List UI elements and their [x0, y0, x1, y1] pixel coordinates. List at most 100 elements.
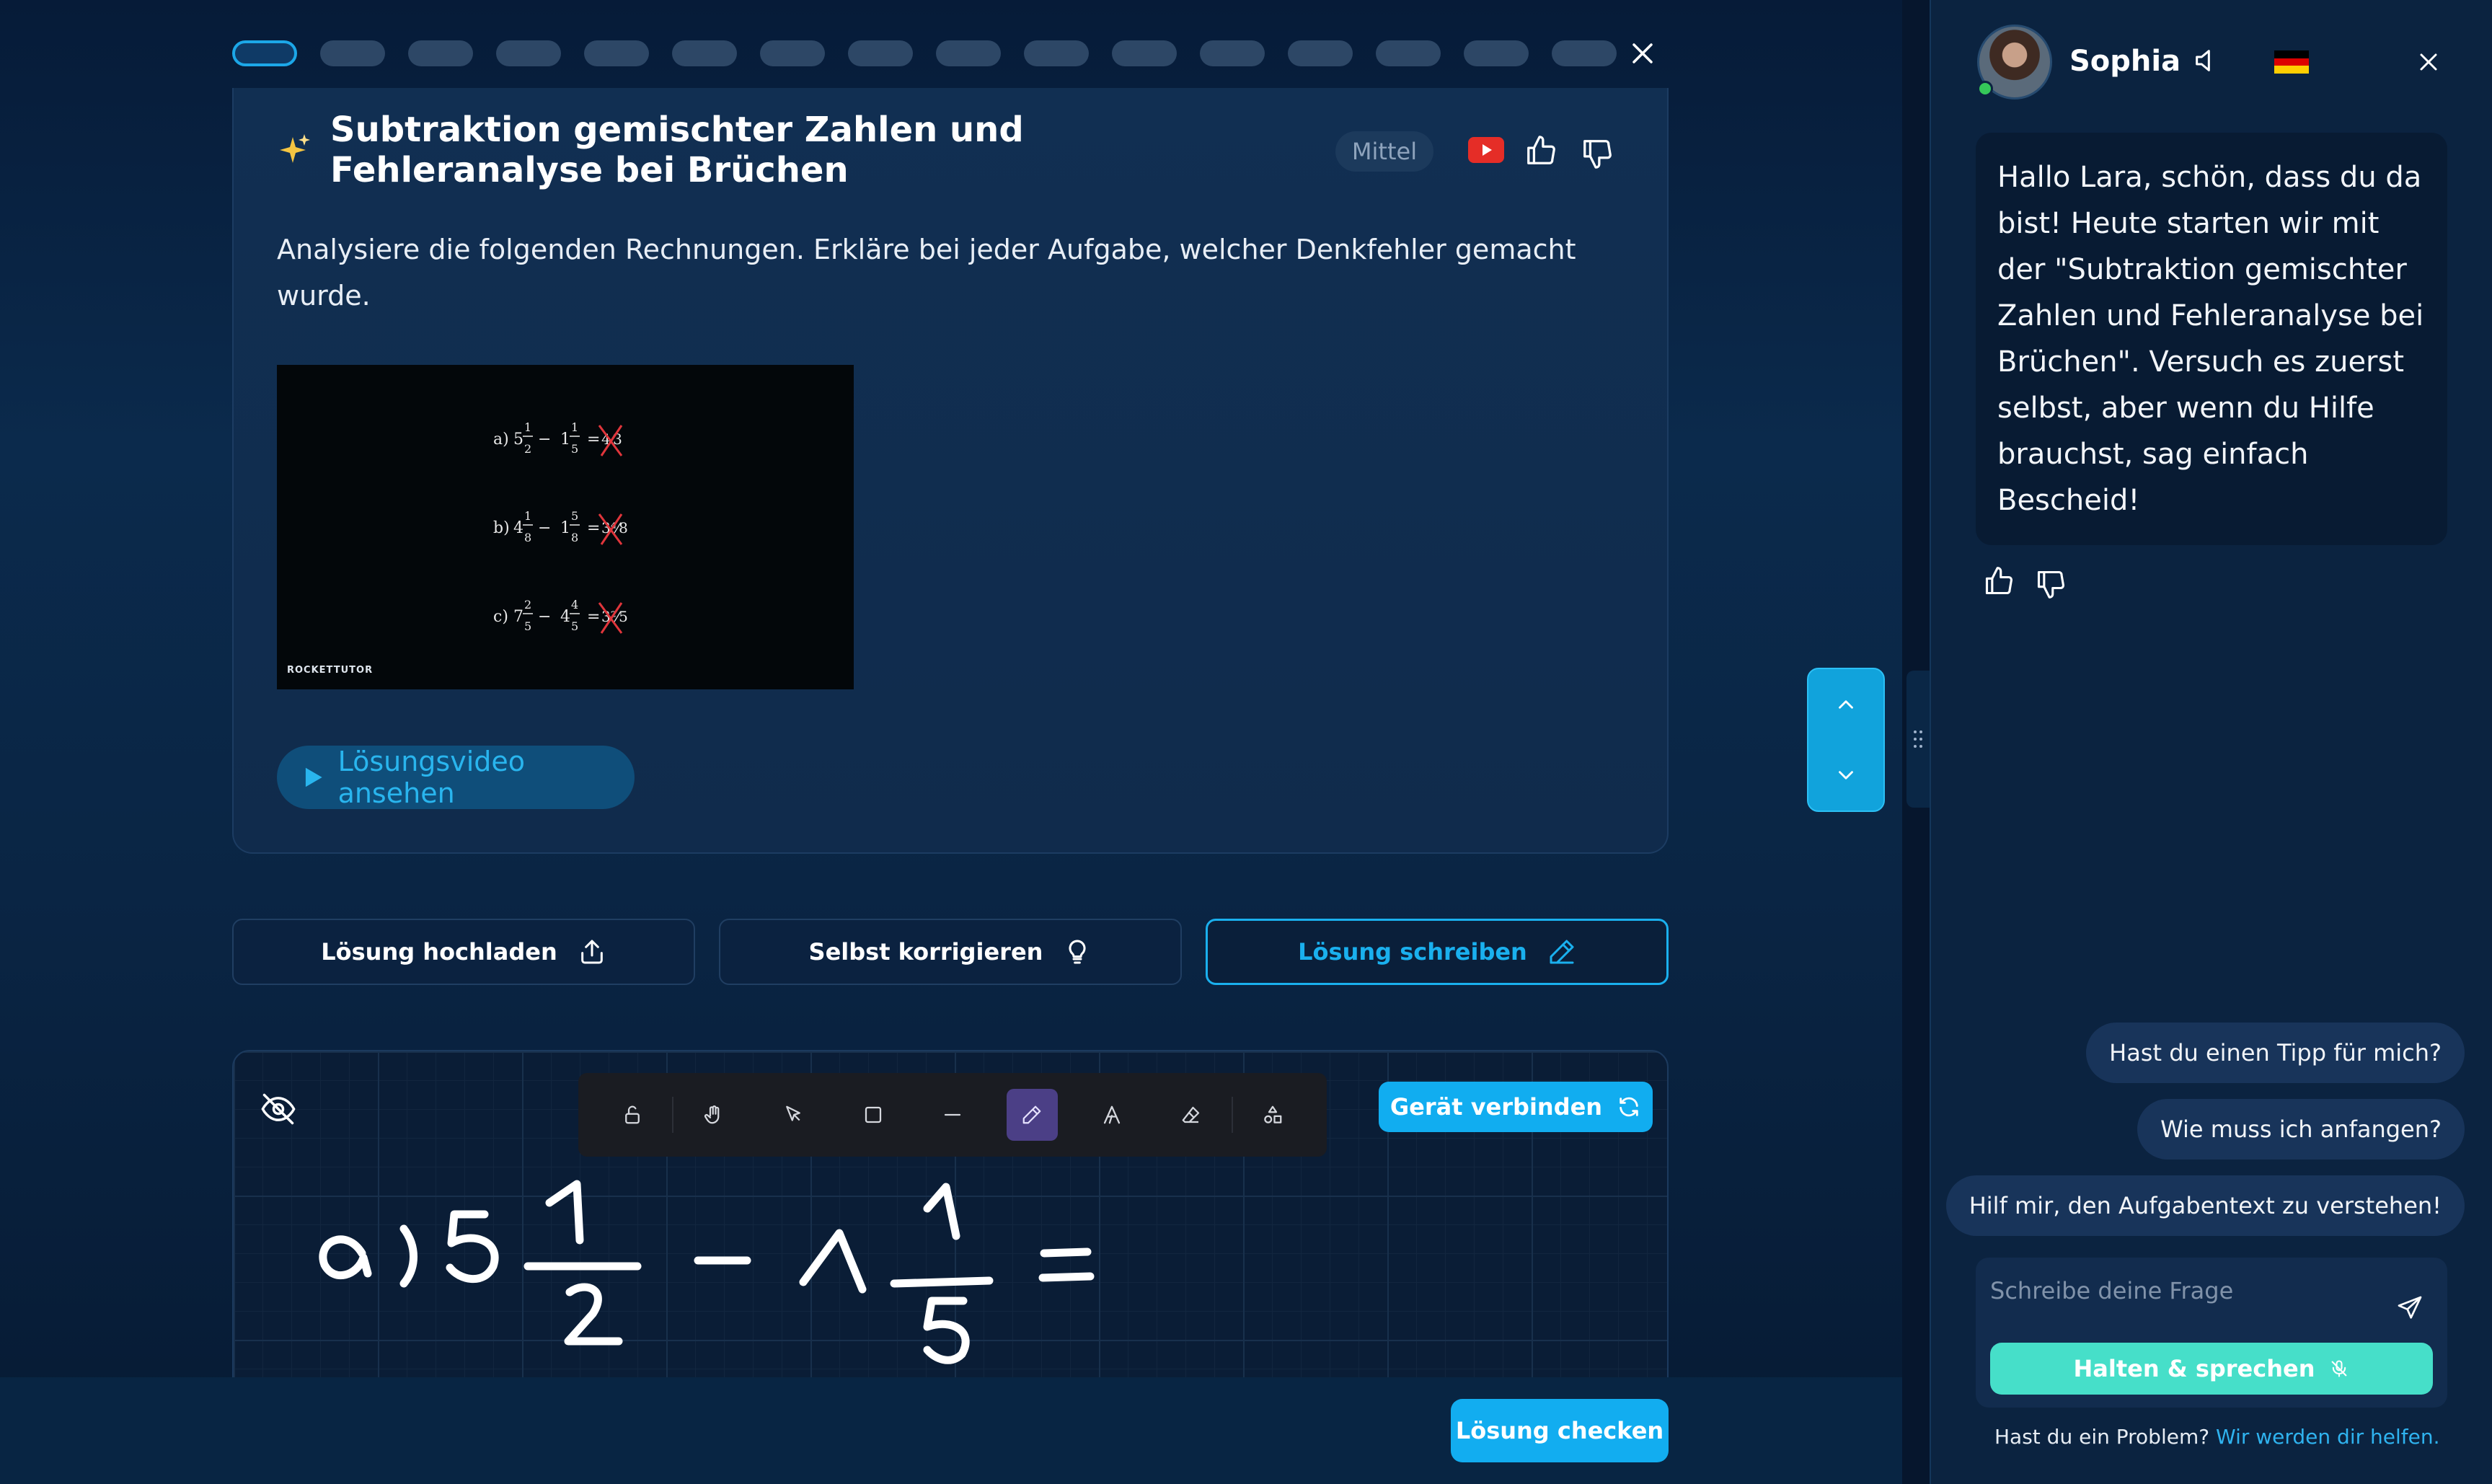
line-icon[interactable] — [927, 1089, 978, 1141]
progress-segment[interactable] — [320, 40, 385, 66]
self-correct-button[interactable]: Selbst korrigieren — [719, 919, 1182, 985]
close-task-icon[interactable] — [1627, 37, 1658, 69]
youtube-icon[interactable] — [1468, 137, 1504, 163]
svg-text:=: = — [587, 519, 600, 537]
exercise-c-whole1: 7 — [513, 608, 523, 626]
hold-to-speak-button[interactable]: Halten & sprechen — [1990, 1343, 2433, 1395]
close-panel-icon[interactable] — [2414, 48, 2443, 76]
text-icon[interactable] — [1087, 1089, 1137, 1141]
svg-text:−: − — [538, 519, 551, 537]
lock-icon[interactable] — [607, 1089, 658, 1141]
suggestion-chip[interactable]: Hast du einen Tipp für mich? — [2086, 1023, 2465, 1083]
suggestion-chip[interactable]: Hilf mir, den Aufgabentext zu verstehen! — [1945, 1175, 2465, 1236]
progress-segment[interactable] — [1376, 40, 1441, 66]
play-icon — [305, 767, 322, 787]
exercise-c-num1: 2 — [524, 598, 531, 611]
exercise-a-label: a) — [493, 430, 509, 449]
send-icon[interactable] — [2395, 1294, 2424, 1322]
progress-segment[interactable] — [1288, 40, 1353, 66]
sparkle-icon — [275, 133, 312, 169]
task-image: a) 5 1 2 − 1 1 5 = 4⁄3 b) 4 1 8 − — [277, 365, 854, 689]
pencil-tool-icon[interactable] — [1007, 1089, 1058, 1141]
exercise-a-den2: 5 — [571, 442, 578, 456]
help-text: Hast du ein Problem? — [1994, 1425, 2210, 1449]
exercise-c-label: c) — [493, 608, 508, 626]
scroll-control — [1807, 668, 1885, 812]
pointer-icon[interactable] — [768, 1089, 818, 1141]
rocket-tutor-logo: ROCKETTUTOR — [287, 665, 374, 676]
progress-segment[interactable] — [672, 40, 737, 66]
exercise-c-den2: 5 — [571, 619, 578, 633]
task-card: Subtraktion gemischter Zahlen und Fehler… — [232, 88, 1669, 854]
online-status-dot — [1977, 81, 1993, 97]
rectangle-icon[interactable] — [847, 1089, 898, 1141]
upload-solution-button[interactable]: Lösung hochladen — [232, 919, 695, 985]
thumbs-down-icon[interactable] — [1581, 137, 1614, 170]
shapes-icon[interactable] — [1247, 1089, 1298, 1141]
progress-segment[interactable] — [1200, 40, 1265, 66]
exercise-b-den1: 8 — [524, 531, 531, 544]
exercise-b-label: b) — [493, 519, 510, 537]
chevron-up-icon — [1839, 700, 1853, 709]
check-solution-button[interactable]: Lösung checken — [1451, 1399, 1669, 1462]
thumbs-up-icon[interactable] — [1524, 134, 1558, 167]
help-footer: Hast du ein Problem? Wir werden dir helf… — [1994, 1425, 2440, 1449]
help-link[interactable]: Wir werden dir helfen. — [2216, 1425, 2440, 1449]
question-input[interactable] — [1990, 1271, 2365, 1311]
hold-to-speak-label: Halten & sprechen — [2073, 1355, 2315, 1382]
hide-eye-icon[interactable] — [260, 1090, 297, 1128]
panel-resize-handle[interactable] — [1906, 671, 1930, 808]
upload-solution-label: Lösung hochladen — [321, 938, 557, 966]
lightbulb-icon — [1069, 940, 1086, 964]
scroll-up-button[interactable] — [1808, 669, 1883, 740]
scroll-down-button[interactable] — [1808, 740, 1883, 811]
exercise-a-num1: 1 — [524, 420, 531, 434]
upload-icon — [580, 940, 603, 964]
tutor-panel: Sophia Hallo Lara, schön, dass du da bis… — [1930, 0, 2492, 1484]
drag-dots-icon — [1914, 730, 1922, 748]
progress-segment[interactable] — [408, 40, 473, 66]
hand-icon[interactable] — [688, 1089, 738, 1141]
pencil-icon — [1550, 940, 1574, 964]
exercise-b-whole1: 4 — [513, 519, 523, 537]
progress-segment[interactable] — [1552, 40, 1617, 66]
progress-segment[interactable] — [1024, 40, 1089, 66]
task-title: Subtraktion gemischter Zahlen und Fehler… — [330, 110, 1024, 190]
refresh-icon — [1620, 1097, 1638, 1117]
drawing-toolbar — [578, 1073, 1327, 1157]
exercise-a-num2: 1 — [571, 420, 578, 434]
svg-text:=: = — [587, 430, 600, 449]
chat-composer: Halten & sprechen — [1976, 1258, 2447, 1408]
progress-segment[interactable] — [936, 40, 1001, 66]
solution-video-button[interactable]: Lösungsvideo ansehen — [277, 746, 635, 809]
svg-text:−: − — [538, 608, 551, 626]
self-correct-label: Selbst korrigieren — [808, 938, 1043, 966]
write-solution-button[interactable]: Lösung schreiben — [1206, 919, 1669, 985]
progress-segment[interactable] — [232, 40, 297, 66]
exercise-b-num1: 1 — [524, 509, 531, 523]
progress-segment[interactable] — [584, 40, 649, 66]
exercise-c-den1: 5 — [524, 619, 531, 633]
exercise-c-num2: 4 — [571, 598, 578, 611]
suggestion-chip[interactable]: Wie muss ich anfangen? — [2137, 1099, 2465, 1160]
eraser-icon[interactable] — [1166, 1089, 1216, 1141]
write-solution-label: Lösung schreiben — [1298, 938, 1527, 966]
toolbar-divider — [672, 1097, 674, 1133]
progress-segment[interactable] — [1112, 40, 1177, 66]
de-flag-icon[interactable] — [2274, 50, 2309, 74]
progress-segment[interactable] — [1464, 40, 1529, 66]
connect-device-button[interactable]: Gerät verbinden — [1379, 1082, 1653, 1132]
progress-segment[interactable] — [496, 40, 561, 66]
svg-text:−: − — [538, 430, 551, 449]
progress-segment[interactable] — [760, 40, 825, 66]
progress-segment[interactable] — [848, 40, 913, 66]
connect-device-label: Gerät verbinden — [1389, 1093, 1603, 1121]
message-thumbs-up-icon[interactable] — [1983, 565, 2015, 597]
exercise-a-den1: 2 — [524, 442, 531, 456]
exercise-b-num2: 5 — [571, 509, 578, 523]
svg-text:=: = — [587, 608, 600, 626]
toolbar-divider — [1231, 1097, 1233, 1133]
message-thumbs-down-icon[interactable] — [2035, 568, 2067, 600]
speaker-icon[interactable] — [2192, 46, 2221, 75]
task-description: Analysiere die folgenden Rechnungen. Erk… — [277, 234, 1576, 312]
